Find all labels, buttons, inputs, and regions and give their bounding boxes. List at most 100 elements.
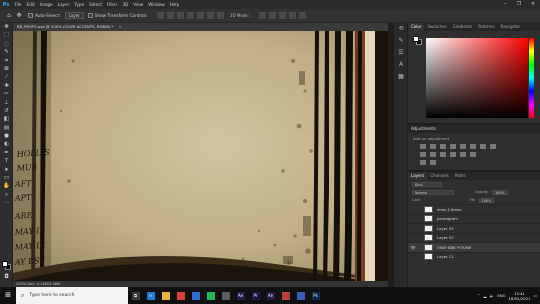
layer-row[interactable]: Layer 52 (408, 232, 540, 243)
opacity-input[interactable]: 100% (491, 189, 508, 195)
panel-foreground-swatch[interactable] (413, 36, 419, 42)
language-indicator[interactable]: ENG (497, 293, 505, 298)
black-white-icon[interactable] (490, 144, 496, 149)
3d-orbit-icon[interactable] (259, 12, 267, 19)
taskbar-app-photoshop[interactable]: Ps (308, 287, 323, 304)
visibility-eye-icon[interactable]: 👁 (408, 245, 418, 250)
kind-filter-dropdown[interactable]: Kind (412, 181, 442, 187)
auto-select-dropdown[interactable]: Layer (64, 12, 84, 19)
canvas[interactable]: HOLLIS MUS AFT APT ARE MAY IX MAY IX AY … (13, 31, 388, 284)
brightness-icon[interactable] (420, 144, 426, 149)
eyedropper-tool-icon[interactable]: ⁄ (0, 73, 13, 81)
taskbar-app-edge[interactable]: e (143, 287, 158, 304)
menu-view[interactable]: View (131, 0, 146, 9)
align-bottom-icon[interactable] (206, 12, 214, 19)
gradient-tool-icon[interactable]: ▤ (0, 124, 13, 132)
taskbar-app-mail[interactable] (188, 287, 203, 304)
history-panel-icon[interactable]: ⟲ (394, 23, 408, 35)
maximize-icon[interactable]: ❐ (512, 0, 526, 9)
menu-window[interactable]: Window (146, 0, 168, 9)
3d-pan-icon[interactable] (279, 12, 287, 19)
taskbar-app-file-explorer[interactable] (158, 287, 173, 304)
tab-color[interactable]: Color (408, 23, 425, 31)
menu-3d[interactable]: 3D (120, 0, 131, 9)
pen-tool-icon[interactable]: ✒ (0, 149, 13, 157)
taskbar-app-app-blue[interactable] (293, 287, 308, 304)
blend-mode-dropdown[interactable]: Normal (412, 189, 454, 195)
history-brush-tool-icon[interactable]: ↺ (0, 107, 13, 115)
more-tools-icon[interactable]: ⋯ (0, 199, 13, 207)
blur-tool-icon[interactable]: ● (0, 132, 13, 140)
3d-roll-icon[interactable] (269, 12, 277, 19)
brush-settings-icon[interactable]: ✎ (394, 35, 408, 47)
crop-tool-icon[interactable]: ⌗ (0, 57, 13, 65)
hue-saturation-icon[interactable] (470, 144, 476, 149)
move-tool-icon[interactable]: ✥ (0, 23, 13, 31)
zoom-tool-icon[interactable]: ⌕ (0, 191, 13, 199)
align-center-icon[interactable] (166, 12, 174, 19)
libraries-panel-icon[interactable]: ▦ (394, 71, 408, 83)
dodge-tool-icon[interactable]: ◐ (0, 140, 13, 148)
invert-icon[interactable] (450, 152, 456, 157)
taskbar-app-premiere[interactable]: Pr (248, 287, 263, 304)
taskbar-search-box[interactable]: ⌕ Type here to search (16, 287, 128, 304)
layer-row[interactable]: 👁 ONLY BBK Y'OUNE (408, 242, 540, 252)
selective-color-icon[interactable] (430, 160, 436, 165)
gradient-map-icon[interactable] (420, 160, 426, 165)
menu-file[interactable]: File (12, 0, 24, 9)
taskbar-app-after-effects-2[interactable]: Ae (263, 287, 278, 304)
lasso-tool-icon[interactable]: ◌ (0, 40, 13, 48)
taskbar-app-store[interactable] (218, 287, 233, 304)
panel-fg-bg-swatches[interactable] (413, 36, 423, 46)
close-icon[interactable]: ✕ (526, 0, 540, 9)
hand-tool-icon[interactable]: ✋ (0, 182, 13, 190)
foreground-color-swatch[interactable] (2, 261, 8, 267)
align-top-icon[interactable] (186, 12, 194, 19)
windows-start-icon[interactable]: ⊞ (0, 287, 16, 304)
healing-brush-tool-icon[interactable]: ✚ (0, 82, 13, 90)
tab-channels[interactable]: Channels (427, 172, 452, 180)
tab-navigator[interactable]: Navigator (498, 23, 524, 31)
menu-help[interactable]: Help (167, 0, 182, 9)
network-icon[interactable]: ▂ (484, 293, 487, 298)
photo-filter-icon[interactable] (420, 152, 426, 157)
3d-slide-icon[interactable] (289, 12, 297, 19)
quick-mask-icon[interactable]: ◘ (0, 273, 13, 281)
tab-layers[interactable]: Layers (408, 172, 428, 180)
minimize-icon[interactable]: – (498, 0, 512, 9)
color-picker-field[interactable] (426, 38, 528, 118)
clock[interactable]: 13:41 16/02/2021 (509, 291, 531, 301)
levels-icon[interactable] (430, 144, 436, 149)
layer-row[interactable]: Layer 12 (408, 251, 540, 262)
document-tab[interactable]: BB_PROPS.psd @ 200% (OOZE ACCENTS, RGB/8… (13, 23, 388, 31)
channel-mixer-icon[interactable] (430, 152, 436, 157)
align-right-icon[interactable] (176, 12, 184, 19)
curves-icon[interactable] (440, 144, 446, 149)
home-icon[interactable]: ⌂ (4, 11, 14, 21)
eraser-tool-icon[interactable]: ◧ (0, 115, 13, 123)
taskbar-app-app-red[interactable] (278, 287, 293, 304)
tab-swatches[interactable]: Swatches (424, 23, 449, 31)
show-transform-checkbox[interactable] (87, 13, 93, 18)
tab-paths[interactable]: Paths (452, 172, 469, 180)
posterize-icon[interactable] (460, 152, 466, 157)
menu-edit[interactable]: Edit (24, 0, 37, 9)
layer-row[interactable]: pentagram (408, 213, 540, 224)
taskbar-app-spotify[interactable] (203, 287, 218, 304)
fill-input[interactable]: 100% (478, 197, 495, 203)
brush-tool-icon[interactable]: ✏ (0, 90, 13, 98)
exposure-icon[interactable] (450, 144, 456, 149)
tab-gradients[interactable]: Gradients (450, 23, 476, 31)
menu-layer[interactable]: Layer (55, 0, 72, 9)
menu-select[interactable]: Select (87, 0, 105, 9)
volume-icon[interactable]: 🔈 (490, 293, 495, 298)
menu-type[interactable]: Type (72, 0, 87, 9)
layer-row[interactable]: Layer 55 (408, 223, 540, 233)
type-tool-icon[interactable]: T (0, 157, 13, 165)
hue-slider[interactable] (529, 38, 534, 118)
auto-select-checkbox[interactable] (28, 13, 33, 18)
taskbar-app-chrome[interactable] (173, 287, 188, 304)
tray-chevron-icon[interactable]: ⌃ (477, 293, 480, 298)
taskbar-app-after-effects[interactable]: Ae (233, 287, 248, 304)
tab-patterns[interactable]: Patterns (475, 23, 497, 31)
